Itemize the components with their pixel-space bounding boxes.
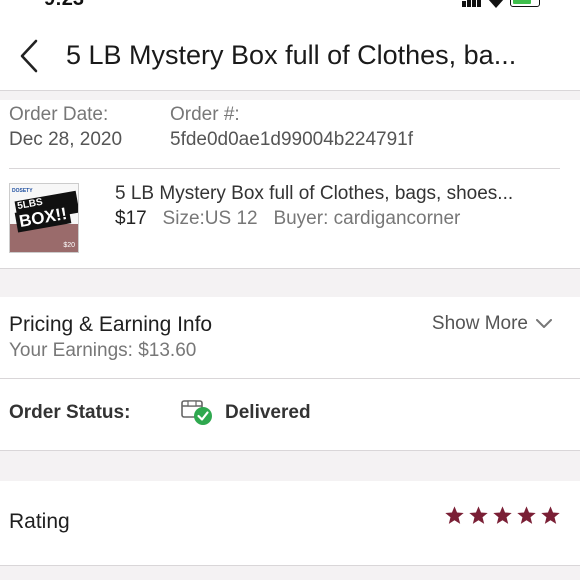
signal-icon	[462, 0, 482, 7]
order-status-label: Order Status:	[9, 402, 131, 423]
back-button[interactable]	[16, 38, 44, 74]
status-time: 9:23	[44, 0, 84, 11]
star-icon	[445, 506, 464, 524]
order-date-label: Order Date:	[9, 104, 109, 125]
status-icons	[462, 0, 540, 8]
star-icon	[541, 506, 560, 524]
star-icon	[493, 506, 512, 524]
show-more-button[interactable]: Show More	[432, 313, 552, 335]
battery-icon	[510, 0, 540, 7]
rating-label: Rating	[9, 510, 70, 533]
item-price: $17	[115, 208, 147, 229]
star-icon	[517, 506, 536, 524]
chevron-down-icon	[536, 319, 552, 328]
item-thumbnail[interactable]: DOSETY 5LBS MYSTERY BOX!! $20	[9, 183, 79, 253]
item-buyer: Buyer: cardigancorner	[273, 208, 461, 229]
item-meta: $17 Size:US 12 Buyer: cardigancorner	[115, 208, 460, 230]
bottom-divider	[0, 566, 580, 580]
item-title[interactable]: 5 LB Mystery Box full of Clothes, bags, …	[115, 183, 513, 205]
your-earnings: Your Earnings: $13.60	[9, 340, 197, 361]
order-number-label: Order #:	[170, 104, 240, 125]
delivered-box-icon	[180, 397, 214, 427]
back-chevron-icon	[20, 39, 38, 73]
show-more-label: Show More	[431, 313, 528, 334]
header-divider	[0, 90, 580, 100]
nav-header: 5 LB Mystery Box full of Clothes, ba...	[0, 20, 580, 90]
status-bar: 9:23	[0, 0, 580, 14]
pricing-section-title: Pricing & Earning Info	[9, 313, 213, 336]
order-number-value: 5fde0d0ae1d99004b224791f	[170, 129, 414, 150]
item-size: Size:US 12	[162, 208, 258, 229]
order-status-value: Delivered	[225, 402, 311, 423]
section-divider-2	[0, 451, 580, 481]
page-title: 5 LB Mystery Box full of Clothes, ba...	[66, 40, 517, 70]
star-icon	[469, 506, 488, 524]
rating-stars	[444, 505, 561, 526]
section-divider	[0, 268, 580, 297]
order-date-value: Dec 28, 2020	[9, 129, 123, 150]
wifi-icon	[488, 0, 504, 8]
